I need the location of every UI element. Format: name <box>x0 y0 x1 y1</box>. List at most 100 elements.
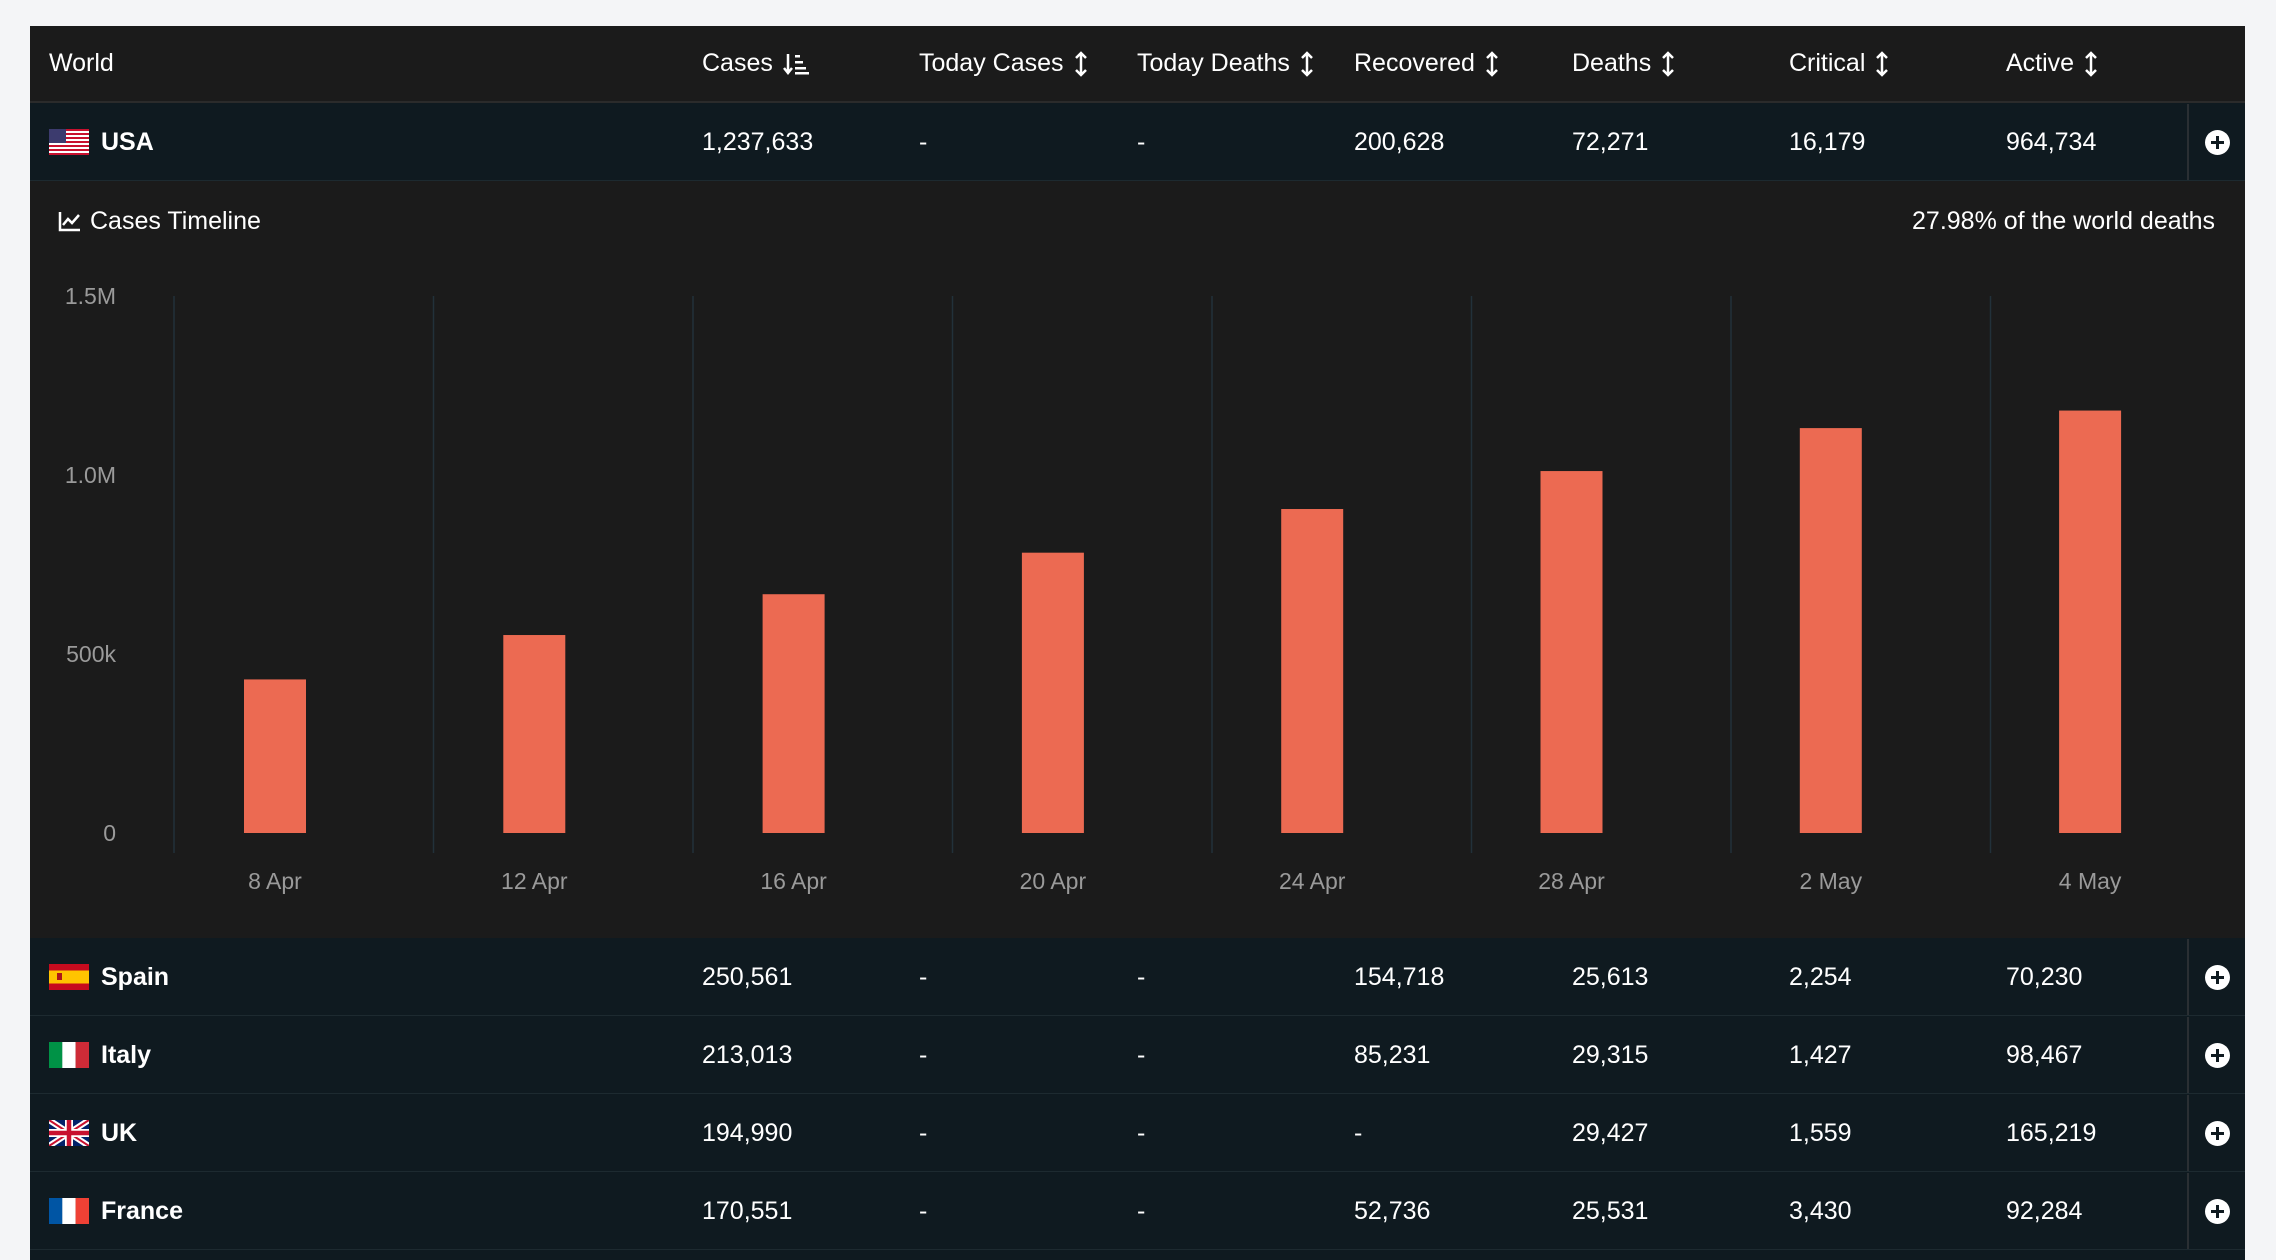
header-deaths-label: Deaths <box>1572 49 1652 77</box>
bar <box>244 679 306 833</box>
table-row-uk[interactable]: UK 194,990 - - - 29,427 1,559 165,219 <box>30 1095 2245 1172</box>
recovered-cell: 154,718 <box>1354 962 1445 991</box>
x-tick-label: 28 Apr <box>1538 868 1605 894</box>
header-active-label: Active <box>2006 49 2075 77</box>
cases-cell: 1,237,633 <box>702 127 814 156</box>
header-active[interactable]: Active <box>2006 26 2098 101</box>
sort-icon[interactable] <box>1300 50 1314 77</box>
header-today-cases-label: Today Cases <box>919 49 1064 77</box>
today-cases-cell: - <box>919 1118 928 1147</box>
header-recovered[interactable]: Recovered <box>1354 26 1499 101</box>
deaths-cell: 25,613 <box>1572 962 1649 991</box>
header-today-deaths[interactable]: Today Deaths <box>1137 26 1314 101</box>
header-cases-label: Cases <box>702 49 773 77</box>
header-world[interactable]: World <box>49 26 114 101</box>
sort-icon[interactable] <box>2084 50 2098 77</box>
sort-icon[interactable] <box>1074 50 1088 77</box>
y-tick-label: 1.5M <box>65 283 116 309</box>
header-today-deaths-label: Today Deaths <box>1137 49 1290 77</box>
us-flag-icon <box>49 129 89 155</box>
recovered-cell: 85,231 <box>1354 1040 1431 1069</box>
critical-cell: 1,427 <box>1789 1040 1852 1069</box>
table-header-row: World Cases Today Cases Today Deaths Rec… <box>30 26 2245 103</box>
x-tick-label: 12 Apr <box>501 868 568 894</box>
line-chart-icon <box>58 212 80 232</box>
bar <box>2059 410 2122 833</box>
bar <box>1281 509 1344 833</box>
expand-column <box>2187 1173 2245 1249</box>
expand-column <box>2187 1017 2245 1093</box>
country-cell: USA <box>49 104 154 180</box>
table-row-italy[interactable]: Italy 213,013 - - 85,231 29,315 1,427 98… <box>30 1017 2245 1094</box>
header-critical-label: Critical <box>1789 49 1866 77</box>
table-row-france[interactable]: France 170,551 - - 52,736 25,531 3,430 9… <box>30 1173 2245 1250</box>
x-tick-label: 4 May <box>2059 868 2122 894</box>
sort-icon[interactable] <box>1661 50 1675 77</box>
header-critical[interactable]: Critical <box>1789 26 1889 101</box>
expand-plus-icon[interactable] <box>2204 1042 2230 1068</box>
expand-plus-icon[interactable] <box>2204 1198 2230 1224</box>
today-deaths-cell: - <box>1137 1040 1146 1069</box>
table-row-usa[interactable]: USA 1,237,633 - - 200,628 72,271 16,179 … <box>30 104 2245 181</box>
recovered-cell: - <box>1354 1118 1363 1147</box>
header-cases[interactable]: Cases <box>702 26 809 101</box>
today-cases-cell: - <box>919 127 928 156</box>
chart-title: Cases Timeline <box>58 203 261 239</box>
critical-cell: 2,254 <box>1789 962 1852 991</box>
active-cell: 165,219 <box>2006 1118 2097 1147</box>
sort-icon[interactable] <box>1485 50 1499 77</box>
header-world-label: World <box>49 49 114 77</box>
sort-icon[interactable] <box>1875 50 1889 77</box>
recovered-cell: 200,628 <box>1354 127 1445 156</box>
today-cases-cell: - <box>919 1196 928 1225</box>
deaths-cell: 29,315 <box>1572 1040 1649 1069</box>
bar <box>1540 471 1603 833</box>
active-cell: 964,734 <box>2006 127 2097 156</box>
uk-flag-icon <box>49 1120 89 1146</box>
today-deaths-cell: - <box>1137 1118 1146 1147</box>
y-tick-label: 0 <box>103 820 116 846</box>
bar <box>762 594 825 833</box>
expand-plus-icon[interactable] <box>2204 1120 2230 1146</box>
critical-cell: 1,559 <box>1789 1118 1852 1147</box>
country-cell: Spain <box>49 939 169 1015</box>
today-deaths-cell: - <box>1137 962 1146 991</box>
covid-table-panel: World Cases Today Cases Today Deaths Rec… <box>30 26 2245 1260</box>
deaths-cell: 29,427 <box>1572 1118 1649 1147</box>
expand-plus-icon[interactable] <box>2204 129 2230 155</box>
country-name: Italy <box>101 1040 152 1069</box>
country-cell: Italy <box>49 1017 151 1093</box>
header-today-cases[interactable]: Today Cases <box>919 26 1088 101</box>
cases-cell: 250,561 <box>702 962 793 991</box>
country-name: UK <box>101 1118 138 1147</box>
active-cell: 92,284 <box>2006 1196 2083 1225</box>
sort-desc-icon[interactable] <box>782 52 809 76</box>
country-name: Spain <box>101 962 170 991</box>
x-tick-label: 2 May <box>1799 868 1862 894</box>
expand-column <box>2187 939 2245 1015</box>
x-tick-label: 20 Apr <box>1020 868 1087 894</box>
country-name: USA <box>101 127 154 156</box>
country-cell: France <box>49 1173 183 1249</box>
deaths-cell: 25,531 <box>1572 1196 1649 1225</box>
x-tick-label: 8 Apr <box>248 868 302 894</box>
world-deaths-stat: 27.98% of the world deaths <box>1912 206 2215 235</box>
expand-plus-icon[interactable] <box>2204 964 2230 990</box>
chart-title-label: Cases Timeline <box>90 206 261 235</box>
italy-flag-icon <box>49 1042 89 1068</box>
france-flag-icon <box>49 1198 89 1224</box>
critical-cell: 3,430 <box>1789 1196 1852 1225</box>
today-cases-cell: - <box>919 962 928 991</box>
country-name: France <box>101 1196 183 1225</box>
recovered-cell: 52,736 <box>1354 1196 1431 1225</box>
bar <box>503 635 566 833</box>
cases-cell: 170,551 <box>702 1196 793 1225</box>
today-cases-cell: - <box>919 1040 928 1069</box>
header-deaths[interactable]: Deaths <box>1572 26 1675 101</box>
table-row-spain[interactable]: Spain 250,561 - - 154,718 25,613 2,254 7… <box>30 939 2245 1016</box>
cases-timeline-panel: Cases Timeline 27.98% of the world death… <box>30 181 2245 938</box>
expand-column <box>2187 104 2245 180</box>
bar <box>1021 552 1084 833</box>
cases-bar-chart: 0 500k 1.0M 1.5M 8 Apr 12 Apr 16 Apr 20 Apr 24 A… <box>65 283 2122 894</box>
today-deaths-cell: - <box>1137 1196 1146 1225</box>
